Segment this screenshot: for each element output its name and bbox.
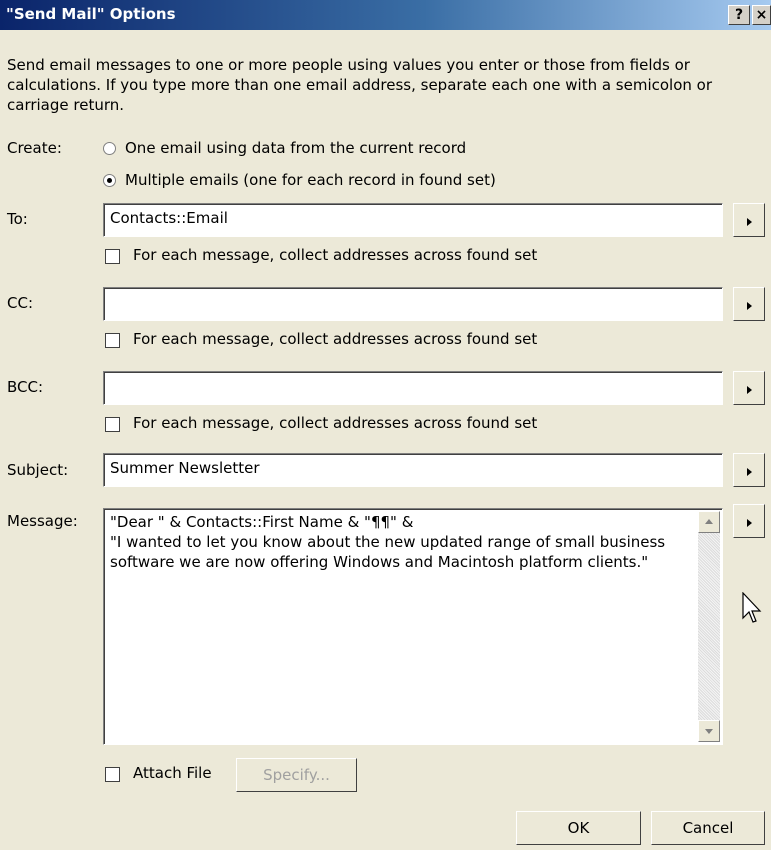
bcc-collect-label[interactable]: For each message, collect addresses acro… [133,414,537,432]
window-title: "Send Mail" Options [6,5,176,23]
cc-label: CC: [7,294,34,312]
cc-field[interactable] [103,287,723,321]
subject-field[interactable]: Summer Newsletter [103,453,723,487]
attach-file-label[interactable]: Attach File [133,764,212,782]
attach-file-checkbox[interactable] [105,767,120,782]
radio-one-email[interactable] [103,142,116,155]
radio-one-email-label[interactable]: One email using data from the current re… [125,139,466,157]
radio-multiple-emails[interactable] [103,174,116,187]
cc-collect-checkbox[interactable] [105,333,120,348]
bcc-collect-checkbox[interactable] [105,417,120,432]
subject-field-picker-button[interactable] [733,453,765,487]
radio-multiple-emails-label[interactable]: Multiple emails (one for each record in … [125,171,496,189]
subject-label: Subject: [7,461,69,479]
message-field-picker-button[interactable] [733,504,765,538]
message-field[interactable]: "Dear " & Contacts::First Name & "¶¶" & … [103,508,723,745]
cc-field-picker-button[interactable] [733,287,765,321]
help-button[interactable]: ? [728,5,750,25]
cc-collect-label[interactable]: For each message, collect addresses acro… [133,330,537,348]
bcc-field[interactable] [103,371,723,405]
to-field[interactable]: Contacts::Email [103,203,723,237]
specify-button: Specify... [236,758,357,792]
close-button[interactable]: × [752,5,771,25]
message-label: Message: [7,512,78,530]
bcc-label: BCC: [7,378,44,396]
scroll-up-icon[interactable] [698,511,720,533]
create-label: Create: [7,139,62,157]
mouse-pointer-icon [742,592,762,623]
to-collect-checkbox[interactable] [105,249,120,264]
message-scrollbar[interactable] [698,511,720,742]
to-label: To: [7,210,28,228]
cancel-button[interactable]: Cancel [651,811,765,845]
title-bar: "Send Mail" Options ? × [0,0,771,30]
message-text[interactable]: "Dear " & Contacts::First Name & "¶¶" & … [110,512,695,572]
to-field-picker-button[interactable] [733,203,765,237]
ok-button[interactable]: OK [516,811,641,845]
bcc-field-picker-button[interactable] [733,371,765,405]
scroll-down-icon[interactable] [698,720,720,742]
to-collect-label[interactable]: For each message, collect addresses acro… [133,246,537,264]
dialog-description: Send email messages to one or more peopl… [7,56,713,114]
